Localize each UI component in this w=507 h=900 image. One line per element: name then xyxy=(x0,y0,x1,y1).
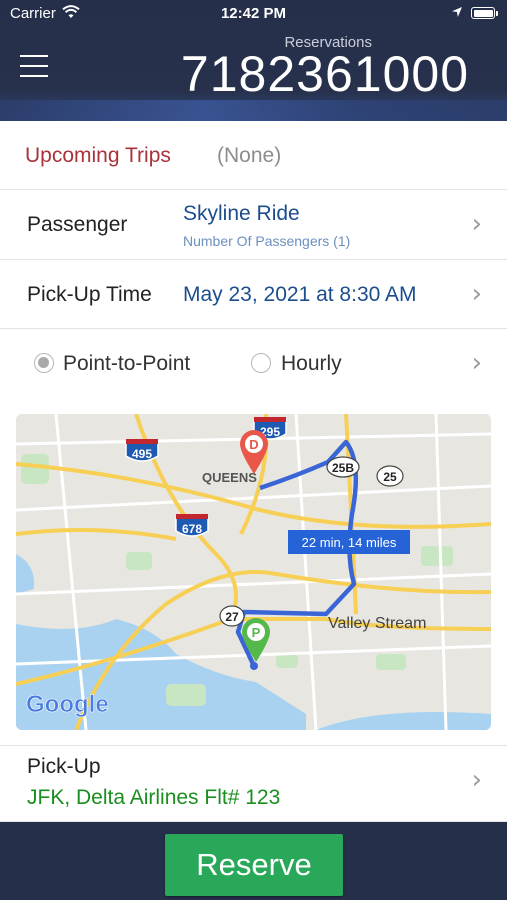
point-to-point-label[interactable]: Point-to-Point xyxy=(63,352,190,376)
chevron-right-icon: › xyxy=(471,765,482,795)
reservations-phone-number[interactable]: 7182361000 xyxy=(181,44,469,104)
radio-hourly[interactable] xyxy=(251,353,271,373)
svg-text:D: D xyxy=(249,437,258,452)
highway-shield-25b: 25B xyxy=(326,456,360,478)
svg-text:495: 495 xyxy=(132,447,152,461)
highway-shield-25: 25 xyxy=(376,465,404,487)
status-bar: Carrier 12:42 PM xyxy=(0,0,507,28)
hourly-label[interactable]: Hourly xyxy=(281,352,342,376)
highway-shield-495: 495 xyxy=(125,439,159,462)
battery-icon xyxy=(471,7,495,19)
passenger-count: Number Of Passengers (1) xyxy=(183,233,351,249)
upcoming-trips-label: Upcoming Trips xyxy=(25,144,171,167)
chevron-right-icon: › xyxy=(471,279,482,309)
passenger-label: Passenger xyxy=(27,213,128,236)
pickup-location-value: JFK, Delta Airlines Flt# 123 xyxy=(27,786,281,809)
svg-text:P: P xyxy=(252,625,261,640)
pickup-time-value: May 23, 2021 at 8:30 AM xyxy=(183,283,417,306)
clock: 12:42 PM xyxy=(220,5,287,22)
highway-shield-678: 678 xyxy=(175,514,209,537)
svg-text:25: 25 xyxy=(383,470,397,484)
route-info-label: 22 min, 14 miles xyxy=(302,535,397,550)
upcoming-trips-value: (None) xyxy=(217,144,282,167)
svg-text:678: 678 xyxy=(182,522,202,536)
chevron-right-icon[interactable]: › xyxy=(472,348,482,378)
hamburger-menu-icon[interactable] xyxy=(20,55,48,77)
map-canvas: 495 295 678 25B 25 27 QUEENS Valley Stre… xyxy=(16,414,491,730)
google-logo: Google xyxy=(26,691,109,718)
queens-label: QUEENS xyxy=(202,470,257,485)
valley-stream-label: Valley Stream xyxy=(328,615,426,632)
passenger-name: Skyline Ride xyxy=(183,202,300,225)
reserve-button[interactable]: Reserve xyxy=(165,834,343,896)
svg-text:27: 27 xyxy=(225,610,239,624)
pickup-time-label: Pick-Up Time xyxy=(27,283,152,306)
svg-text:25B: 25B xyxy=(332,461,354,475)
highway-shield-27: 27 xyxy=(219,605,245,627)
app-header: Carrier 12:42 PM Reservations 7182361000 xyxy=(0,0,507,121)
pickup-label: Pick-Up xyxy=(27,755,101,778)
chevron-right-icon: › xyxy=(471,209,482,239)
radio-point-to-point[interactable] xyxy=(34,353,54,373)
location-arrow-icon xyxy=(452,7,462,17)
route-map[interactable]: 495 295 678 25B 25 27 QUEENS Valley Stre… xyxy=(16,414,491,730)
